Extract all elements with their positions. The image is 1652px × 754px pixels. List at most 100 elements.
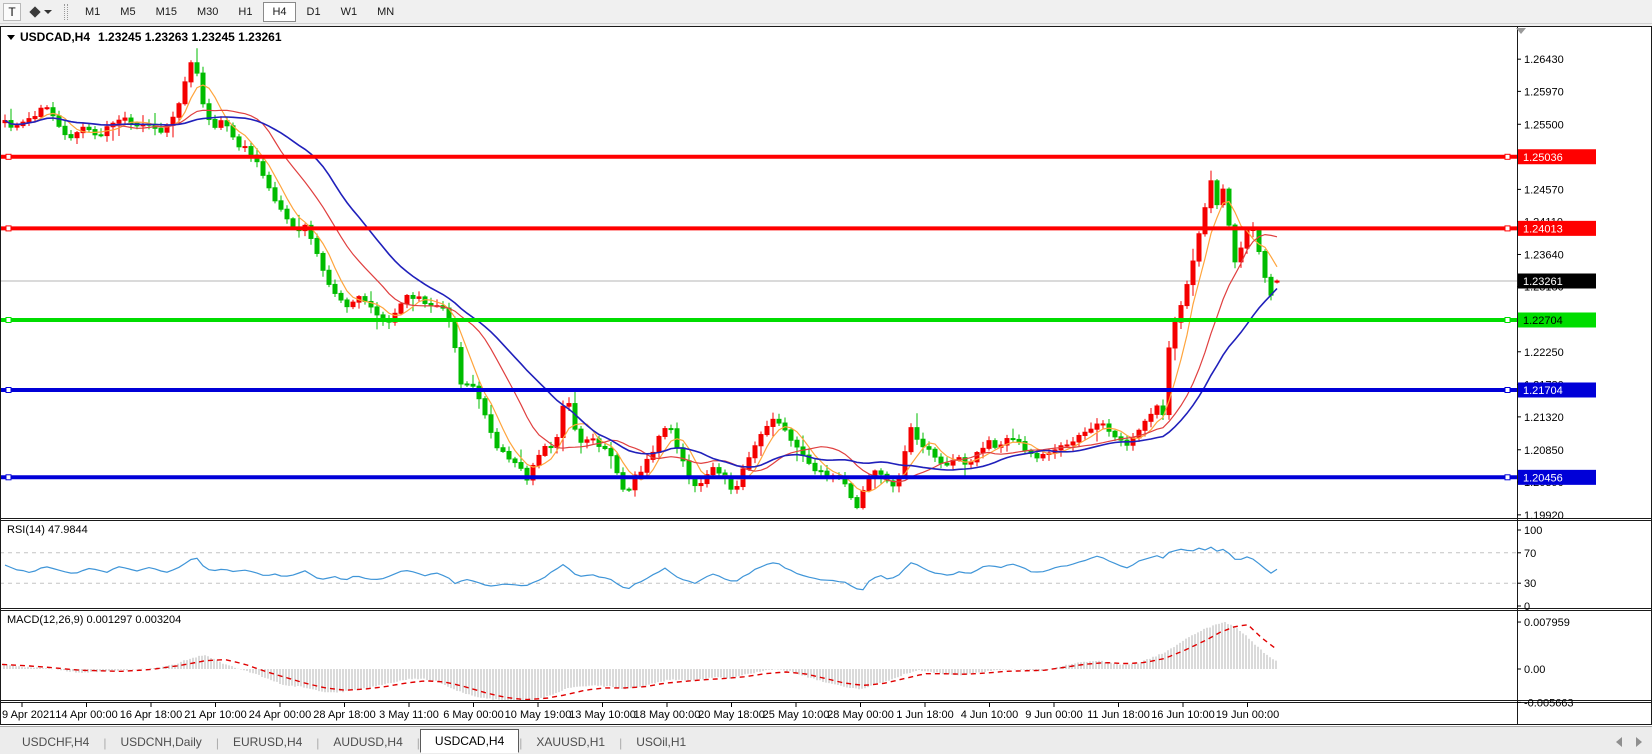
price-tick-label: 1.21320 xyxy=(1524,412,1564,424)
candle-body xyxy=(261,162,265,176)
chart-tab-bar: USDCHF,H4|USDCNH,Daily|EURUSD,H4|AUDUSD,… xyxy=(0,726,1652,754)
candle-body xyxy=(417,297,421,298)
time-tick-label: 9 Jun 00:00 xyxy=(1025,709,1083,721)
timeframe-button-w1[interactable]: W1 xyxy=(332,2,367,22)
text-tool-button[interactable]: T xyxy=(3,3,21,21)
price-badge-label[interactable]: 1.25036 xyxy=(1523,152,1563,164)
hline-anchor[interactable] xyxy=(6,475,11,480)
tab-usdchf-h4[interactable]: USDCHF,H4 xyxy=(8,731,103,752)
tab-usoil-h1[interactable]: USOil,H1 xyxy=(622,731,700,752)
time-tick-label: 4 Jun 10:00 xyxy=(961,709,1019,721)
hline-anchor[interactable] xyxy=(1505,154,1510,159)
candle-body xyxy=(1263,251,1267,277)
chart-canvas[interactable]: 1.264301.259701.255001.245701.241101.236… xyxy=(0,26,1652,726)
candle-body xyxy=(537,455,541,465)
timeframe-button-m5[interactable]: M5 xyxy=(111,2,144,22)
price-badge-label[interactable]: 1.21704 xyxy=(1523,385,1563,397)
candle-body xyxy=(279,201,283,209)
candle-body xyxy=(567,404,571,407)
candle-body xyxy=(657,436,661,452)
timeframe-button-h1[interactable]: H1 xyxy=(229,2,261,22)
candle-body xyxy=(777,419,781,423)
rsi-indicator-label: RSI(14) 47.9844 xyxy=(7,524,88,536)
candle-body xyxy=(1275,281,1279,282)
candle-body xyxy=(927,447,931,450)
candle-body xyxy=(1071,442,1075,445)
price-tick-label: 1.22250 xyxy=(1524,347,1564,359)
timeframe-button-h4[interactable]: H4 xyxy=(263,2,295,22)
price-badge-label[interactable]: 1.23261 xyxy=(1523,276,1563,288)
tab-xauusd-h1[interactable]: XAUUSD,H1 xyxy=(522,731,619,752)
macd-scale-label: -0.005663 xyxy=(1524,697,1574,709)
macd-scale-label: 0.00 xyxy=(1524,664,1545,676)
cursor-tool-button[interactable] xyxy=(29,3,54,21)
toolbar: T M1M5M15M30H1H4D1W1MN xyxy=(0,0,1652,24)
candle-body xyxy=(243,147,247,148)
time-tick-label: 19 Jun 00:00 xyxy=(1216,709,1280,721)
timeframe-button-mn[interactable]: MN xyxy=(368,2,403,22)
candle-body xyxy=(285,209,289,219)
candle-body xyxy=(1113,431,1117,437)
candle-body xyxy=(471,384,475,386)
candle-body xyxy=(933,449,937,457)
time-tick-label: 28 Apr 18:00 xyxy=(313,709,375,721)
hline-anchor[interactable] xyxy=(6,318,11,323)
timeframe-toolbar: M1M5M15M30H1H4D1W1MN xyxy=(74,2,403,22)
time-tick-label: 20 May 18:00 xyxy=(698,709,765,721)
hline-anchor[interactable] xyxy=(1505,388,1510,393)
price-tick-label: 1.23640 xyxy=(1524,249,1564,261)
cursor-tool-icon xyxy=(29,6,40,17)
candle-body xyxy=(1209,181,1213,208)
candle-body xyxy=(801,447,805,455)
candle-body xyxy=(1149,414,1153,421)
price-badge-label[interactable]: 1.24013 xyxy=(1523,223,1563,235)
tab-eurusd-h4[interactable]: EURUSD,H4 xyxy=(219,731,316,752)
candle-body xyxy=(1143,421,1147,430)
candle-body xyxy=(39,108,43,116)
candle-body xyxy=(1137,430,1141,438)
candle-body xyxy=(663,429,667,437)
candle-body xyxy=(771,419,775,426)
time-tick-label: 24 Apr 00:00 xyxy=(249,709,311,721)
hline-anchor[interactable] xyxy=(6,226,11,231)
candle-body xyxy=(327,270,331,284)
candle-body xyxy=(861,490,865,507)
candle-body xyxy=(867,478,871,490)
tab-audusd-h4[interactable]: AUDUSD,H4 xyxy=(319,731,416,752)
candle-body xyxy=(33,117,37,119)
candle-body xyxy=(27,119,31,123)
candle-body xyxy=(1017,439,1021,441)
candle-body xyxy=(399,304,403,313)
candle-body xyxy=(1083,432,1087,435)
chevron-down-icon xyxy=(44,10,52,14)
candle-body xyxy=(753,446,757,458)
tab-usdcad-h4[interactable]: USDCAD,H4 xyxy=(420,729,519,753)
tab-usdcnh-daily[interactable]: USDCNH,Daily xyxy=(106,731,215,752)
hline-anchor[interactable] xyxy=(6,388,11,393)
candle-body xyxy=(945,463,949,465)
scroll-left-icon[interactable] xyxy=(1616,737,1622,747)
candle-body xyxy=(939,457,943,463)
candle-body xyxy=(699,484,703,486)
hline-anchor[interactable] xyxy=(1505,318,1510,323)
timeframe-button-m15[interactable]: M15 xyxy=(147,2,186,22)
chart-window: 1.264301.259701.255001.245701.241101.236… xyxy=(0,26,1652,726)
timeframe-button-m1[interactable]: M1 xyxy=(76,2,109,22)
candle-body xyxy=(69,135,73,138)
candle-body xyxy=(1227,189,1231,225)
candle-body xyxy=(561,406,565,437)
price-badge-label[interactable]: 1.22704 xyxy=(1523,315,1563,327)
rsi-scale-label: 0 xyxy=(1524,601,1530,613)
hline-anchor[interactable] xyxy=(1505,226,1510,231)
timeframe-button-m30[interactable]: M30 xyxy=(188,2,227,22)
candle-body xyxy=(627,489,631,490)
timeframe-button-d1[interactable]: D1 xyxy=(298,2,330,22)
candle-body xyxy=(489,415,493,433)
hline-anchor[interactable] xyxy=(1505,475,1510,480)
candle-body xyxy=(1095,424,1099,429)
price-badge-label[interactable]: 1.20456 xyxy=(1523,472,1563,484)
scroll-right-icon[interactable] xyxy=(1636,737,1642,747)
hline-anchor[interactable] xyxy=(6,154,11,159)
candle-body xyxy=(465,384,469,385)
candle-body xyxy=(453,321,457,347)
